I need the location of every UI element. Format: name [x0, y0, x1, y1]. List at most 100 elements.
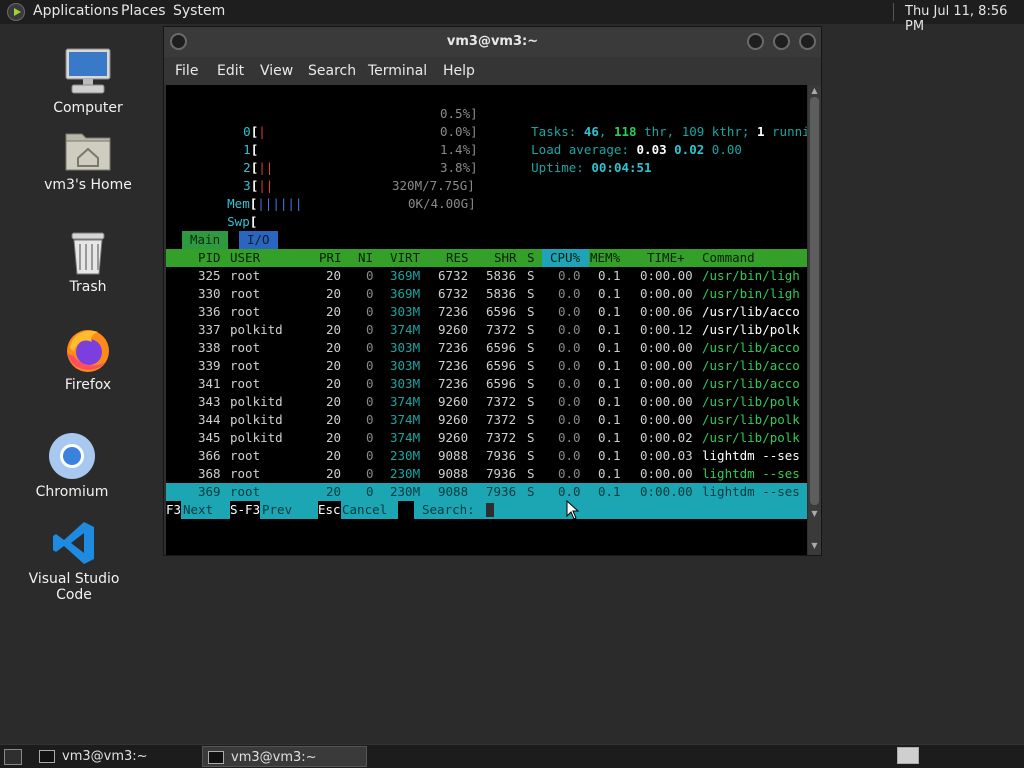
cell-pri: 20 — [326, 322, 342, 337]
scroll-down-arrow-icon[interactable]: ▼ — [810, 541, 819, 550]
menu-search[interactable]: Search — [308, 63, 356, 79]
window-titlebar[interactable]: vm3@vm3:~ — [164, 27, 821, 57]
close-button[interactable] — [799, 33, 816, 50]
applications-logo-icon[interactable] — [7, 3, 25, 21]
menu-view[interactable]: View — [260, 63, 293, 79]
cell-cmd: /usr/lib/acco — [702, 358, 800, 373]
terminal-content[interactable]: 0[| 0.5%] 1[ 0.0%] 2[|| 1.4%] 3[|| 3.8%]… — [166, 85, 807, 555]
menu-help[interactable]: Help — [443, 63, 475, 79]
cell-pid: 345 — [198, 430, 221, 445]
menu-applications[interactable]: Applications — [33, 3, 119, 19]
menu-system[interactable]: System — [173, 3, 225, 19]
column-pid[interactable]: PID — [198, 249, 221, 267]
cell-res: 9088 — [438, 466, 469, 481]
column-shr[interactable]: SHR — [494, 249, 517, 267]
terminal-window[interactable]: vm3@vm3:~ File Edit View Search Terminal… — [163, 26, 822, 556]
workspace-switcher[interactable] — [897, 747, 919, 764]
terminal-icon — [208, 751, 224, 764]
column-time[interactable]: TIME+ — [647, 249, 685, 267]
cell-pid: 341 — [198, 376, 221, 391]
f3-key[interactable]: F3 — [166, 501, 182, 519]
desktop-icon-chromium[interactable]: Chromium — [17, 431, 127, 500]
cell-cpu: 0.0 — [558, 412, 581, 427]
scroll-up-arrow-icon[interactable]: ▲ — [810, 86, 819, 95]
process-row[interactable]: 366 root 20 0 230M 9088 7936 S 0.0 0.1 0:00.03 ligh… — [166, 447, 807, 465]
esc-key[interactable]: Esc — [318, 501, 341, 519]
cpu-meter: 1[ — [243, 142, 259, 157]
process-row[interactable]: 339 root 20 0 303M 7236 6596 S 0.0 0.1 0:00.00/usr… — [166, 357, 807, 375]
desktop-icon-vscode[interactable]: Visual Studio Code — [19, 520, 129, 603]
terminal-scrollbar[interactable]: ▲ ▼ ▼ — [808, 85, 821, 555]
cell-pri: 20 — [326, 394, 342, 409]
menu-terminal[interactable]: Terminal — [368, 63, 427, 79]
column-state[interactable]: S — [527, 249, 535, 267]
tab-main[interactable]: Main — [182, 231, 229, 249]
cell-cpu: 0.0 — [558, 394, 581, 409]
process-row[interactable]: 325 root 20 0 369M 6732 5836 S 0.0 0.1 0:00.00/usr… — [166, 267, 807, 285]
esc-label: Cancel — [342, 502, 388, 517]
process-row[interactable]: 343 polkitd 20 0 374M 9260 7372 S 0.0 0.1 0:00.00 /… — [166, 393, 807, 411]
column-ni[interactable]: NI — [358, 249, 373, 267]
cell-ni: 0 — [366, 268, 374, 283]
column-mem[interactable]: MEM% — [590, 249, 620, 267]
cell-virt: 369M — [390, 268, 421, 283]
show-desktop-icon[interactable] — [4, 749, 22, 765]
cell-mem: 0.1 — [598, 358, 621, 373]
desktop-icon-firefox[interactable]: Firefox — [33, 326, 143, 393]
desktop-icon-computer[interactable]: Computer — [33, 46, 143, 116]
cell-s: S — [527, 358, 535, 373]
menu-file[interactable]: File — [175, 63, 198, 79]
cell-s: S — [527, 430, 535, 445]
process-row[interactable]: 368 root 20 0 230M 9088 7936 S 0.0 0.1 0:00.00 ligh… — [166, 465, 807, 483]
minimize-button[interactable] — [747, 33, 764, 50]
column-res[interactable]: RES — [446, 249, 469, 267]
process-row-selected[interactable]: 369 root 20 0 230M 9088 7936 S 0.0 0.1 0:00.00 ligh… — [166, 483, 807, 501]
process-row[interactable]: 337 polkitd 20 0 374M 9260 7372 S 0.0 0.1 0:00.12 /… — [166, 321, 807, 339]
cell-ni: 0 — [366, 304, 374, 319]
column-pri[interactable]: PRI — [319, 249, 342, 267]
window-menubar: File Edit View Search Terminal Help — [164, 57, 821, 85]
firefox-icon — [67, 330, 109, 372]
column-cpu[interactable]: CPU% — [550, 249, 580, 267]
column-virt[interactable]: VIRT — [390, 249, 420, 267]
clock[interactable]: Thu Jul 11, 8:56 PM — [905, 4, 1024, 34]
chromium-icon — [49, 433, 95, 479]
process-row[interactable]: 338 root 20 0 303M 7236 6596 S 0.0 0.1 0:00.00/usr… — [166, 339, 807, 357]
process-row[interactable]: 336 root 20 0 303M 7236 6596 S 0.0 0.1 0:00.06/usr… — [166, 303, 807, 321]
taskbar-item-label: vm3@vm3:~ — [231, 750, 317, 765]
cpu-meter: 2[|| — [243, 160, 274, 175]
process-row[interactable]: 341 root 20 0 303M 7236 6596 S 0.0 0.1 0:00.00/usr… — [166, 375, 807, 393]
scrollbar-thumb[interactable] — [810, 97, 819, 505]
taskbar-item-active[interactable]: vm3@vm3:~ — [202, 746, 367, 767]
process-row[interactable]: 330 root 20 0 369M 6732 5836 S 0.0 0.1 0:00.00/usr… — [166, 285, 807, 303]
cell-pid: 366 — [198, 448, 221, 463]
cell-pri: 20 — [326, 304, 342, 319]
cell-virt: 303M — [390, 376, 421, 391]
search-input[interactable] — [486, 503, 494, 517]
cell-ni: 0 — [366, 286, 374, 301]
menu-edit[interactable]: Edit — [217, 63, 244, 79]
maximize-button[interactable] — [773, 33, 790, 50]
cell-virt: 374M — [390, 430, 421, 445]
menu-places[interactable]: Places — [121, 3, 166, 19]
column-command[interactable]: Command — [702, 249, 755, 267]
cell-res: 9088 — [438, 484, 469, 499]
column-user[interactable]: USER — [230, 249, 260, 267]
cell-ni: 0 — [366, 448, 374, 463]
desktop-icon-trash[interactable]: Trash — [33, 230, 143, 295]
process-row[interactable]: 344 polkitd 20 0 374M 9260 7372 S 0.0 0.1 0:00.00 /… — [166, 411, 807, 429]
cell-ni: 0 — [366, 484, 374, 499]
process-row[interactable]: 345 polkitd 20 0 374M 9260 7372 S 0.0 0.1 0:00.02 /… — [166, 429, 807, 447]
cell-user: polkitd — [230, 322, 283, 337]
taskbar-item[interactable]: vm3@vm3:~ — [34, 746, 199, 767]
tab-io[interactable]: I/O — [239, 231, 278, 249]
desktop-icon-label: vm3's Home — [44, 177, 132, 193]
cell-cpu: 0.0 — [558, 304, 581, 319]
shift-f3-key[interactable]: S-F3 — [230, 501, 261, 519]
cell-time: 0:00.00 — [640, 340, 693, 355]
desktop-icon-home[interactable]: vm3's Home — [33, 128, 143, 193]
cell-user: root — [230, 358, 261, 373]
cell-res: 6732 — [438, 286, 469, 301]
scroll-down-arrow-icon[interactable]: ▼ — [810, 509, 819, 518]
cell-cpu: 0.0 — [558, 340, 581, 355]
